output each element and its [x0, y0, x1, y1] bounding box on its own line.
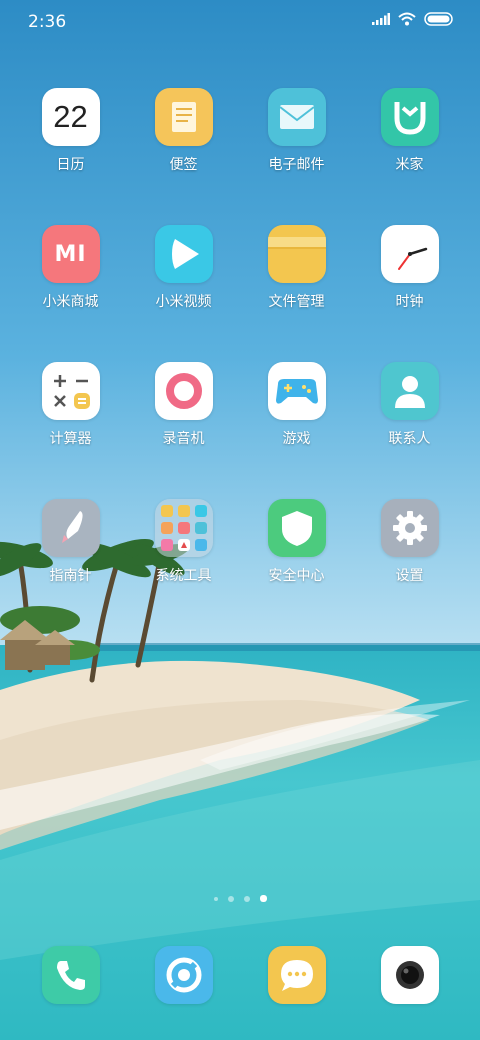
app-settings[interactable]: 设置 [353, 499, 466, 598]
messages-glyph [280, 960, 313, 991]
recorder-glyph [165, 373, 202, 409]
shield-glyph [281, 511, 312, 546]
app-label: 便签 [169, 157, 198, 173]
mijia-glyph [394, 102, 425, 135]
app-recorder[interactable]: 录音机 [127, 362, 240, 461]
app-mi-store[interactable]: MI 小米商城 [14, 225, 127, 324]
compass-glyph [61, 511, 83, 543]
battery-icon [424, 12, 453, 26]
calendar-date: 22 [53, 99, 88, 134]
video-play-icon [154, 225, 213, 283]
page-dot-2[interactable] [227, 895, 234, 902]
calculator-icon [41, 362, 100, 420]
camera-icon [380, 946, 439, 1004]
status-icons [372, 12, 454, 26]
phone-glyph [56, 961, 85, 990]
calendar-icon: 22 [41, 88, 100, 146]
dock-messages[interactable] [240, 946, 353, 1006]
mi-logo-text: MI [54, 241, 87, 267]
app-label: 电子邮件 [268, 157, 325, 173]
app-label: 时钟 [395, 294, 424, 310]
folder-system-tools-icon [154, 499, 213, 557]
recorder-icon [154, 362, 213, 420]
status-time: 2:36 [28, 12, 67, 32]
shield-icon [267, 499, 326, 557]
app-calendar[interactable]: 22 日历 [14, 88, 127, 187]
gamepad-icon [267, 362, 326, 420]
dock [14, 946, 466, 1006]
signal-icon [372, 13, 390, 25]
app-email[interactable]: 电子邮件 [240, 88, 353, 187]
app-notes[interactable]: 便签 [127, 88, 240, 187]
app-label: 联系人 [388, 431, 431, 447]
app-label: 日历 [56, 157, 85, 173]
messages-icon [267, 946, 326, 1004]
clock-icon [380, 225, 439, 283]
mi-store-icon: MI [41, 225, 100, 283]
email-glyph [278, 105, 315, 129]
app-label: 录音机 [162, 431, 205, 447]
app-clock[interactable]: 时钟 [353, 225, 466, 324]
dock-camera[interactable] [353, 946, 466, 1006]
app-grid: 22 日历 便签 电子邮件 米家 MI 小米商城 小米视频 文件管理 时钟 计算… [14, 88, 466, 598]
page-dot-4-active[interactable] [259, 895, 267, 902]
notes-glyph [171, 102, 196, 132]
contacts-glyph [394, 376, 425, 408]
compass-icon [41, 499, 100, 557]
app-label: 设置 [395, 568, 424, 584]
contacts-icon [380, 362, 439, 420]
app-label: 小米视频 [155, 294, 212, 310]
app-label: 系统工具 [155, 568, 212, 584]
app-label: 米家 [395, 157, 424, 173]
app-contacts[interactable]: 联系人 [353, 362, 466, 461]
app-label: 文件管理 [268, 294, 325, 310]
notes-icon [154, 88, 213, 146]
folder-preview-grid [160, 505, 207, 551]
browser-glyph [166, 957, 201, 993]
mijia-icon [380, 88, 439, 146]
app-games[interactable]: 游戏 [240, 362, 353, 461]
page-dot-1[interactable] [213, 896, 218, 901]
page-dot-3[interactable] [243, 895, 250, 902]
folder-glyph [267, 237, 326, 249]
app-file-manager[interactable]: 文件管理 [240, 225, 353, 324]
app-mi-video[interactable]: 小米视频 [127, 225, 240, 324]
app-label: 计算器 [49, 431, 92, 447]
gear-icon [380, 499, 439, 557]
app-mijia[interactable]: 米家 [353, 88, 466, 187]
dock-phone[interactable] [14, 946, 127, 1006]
status-bar: 2:36 [0, 0, 480, 44]
app-label: 安全中心 [268, 568, 325, 584]
app-label: 小米商城 [42, 294, 99, 310]
email-icon [267, 88, 326, 146]
app-compass[interactable]: 指南针 [14, 499, 127, 598]
video-glyph [171, 239, 199, 269]
dock-browser[interactable] [127, 946, 240, 1006]
app-label: 指南针 [49, 568, 92, 584]
browser-icon [154, 946, 213, 1004]
wifi-icon [398, 12, 416, 26]
phone-icon [41, 946, 100, 1004]
calculator-glyph [53, 375, 90, 409]
folder-icon [267, 225, 326, 283]
clock-glyph [397, 247, 427, 270]
app-calculator[interactable]: 计算器 [14, 362, 127, 461]
app-label: 游戏 [282, 431, 311, 447]
folder-system-tools[interactable]: 系统工具 [127, 499, 240, 598]
page-indicator [0, 895, 480, 902]
app-security[interactable]: 安全中心 [240, 499, 353, 598]
gear-glyph [392, 511, 427, 545]
gamepad-glyph [275, 379, 318, 404]
camera-glyph [395, 961, 424, 989]
